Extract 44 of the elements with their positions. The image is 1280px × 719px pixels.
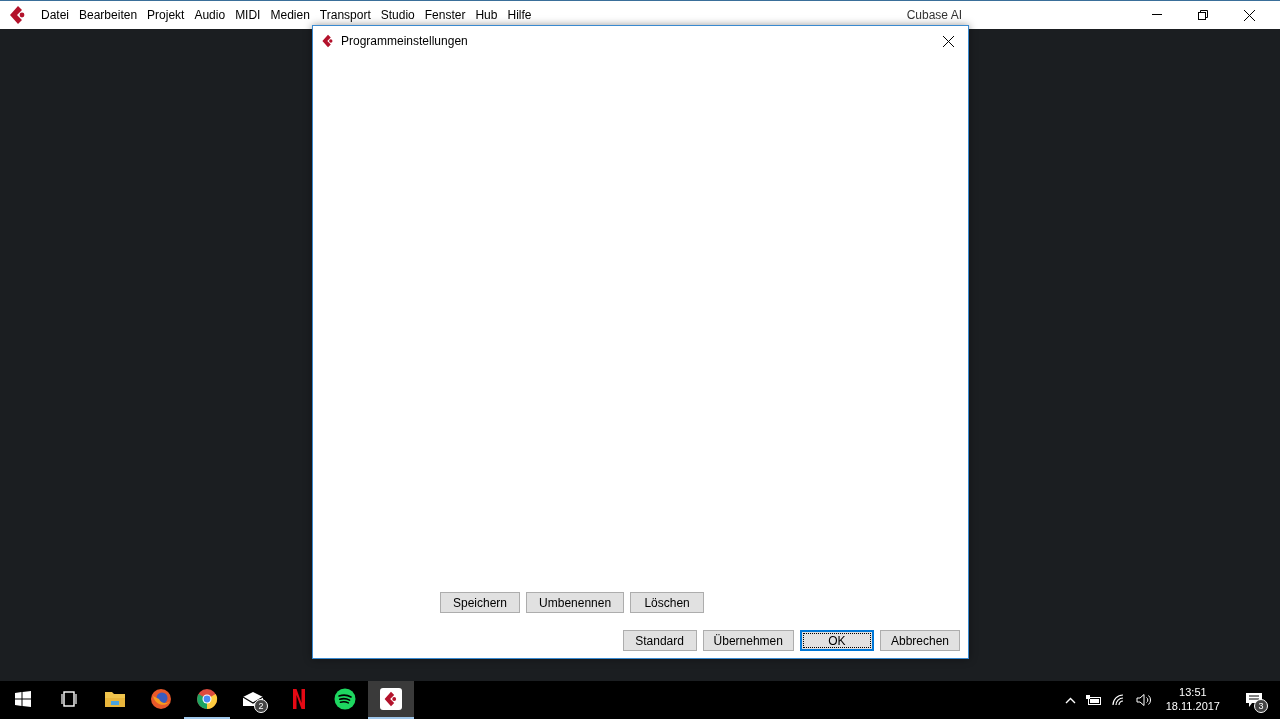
- menu-item[interactable]: Audio: [189, 9, 231, 21]
- dialog-button[interactable]: Standard: [622, 630, 697, 651]
- preset-button[interactable]: Umbenennen: [526, 592, 625, 613]
- menu-item[interactable]: Datei: [36, 9, 74, 21]
- taskbar-button[interactable]: [368, 681, 414, 719]
- dialog-title: Programmeinstellungen: [341, 33, 468, 50]
- speaker-icon: [1135, 693, 1152, 707]
- clock-time: 13:51: [1179, 686, 1207, 700]
- dialog-button[interactable]: Übernehmen: [702, 630, 794, 651]
- menu-item[interactable]: Hub: [470, 9, 503, 21]
- menu-item[interactable]: Bearbeiten: [74, 9, 143, 21]
- cubase-app-icon: [380, 688, 402, 710]
- wifi-icon: [1111, 694, 1126, 706]
- menu-item[interactable]: Projekt: [142, 9, 190, 21]
- preset-button[interactable]: Löschen: [630, 592, 705, 613]
- restore-icon: [1198, 10, 1208, 20]
- chevron-up-icon: [1064, 696, 1076, 704]
- spotify-icon: [334, 688, 356, 710]
- preset-button[interactable]: Speichern: [440, 592, 521, 613]
- action-center-button[interactable]: 3: [1238, 685, 1270, 715]
- firefox-icon: [150, 688, 172, 710]
- menu-item[interactable]: Hilfe: [502, 9, 537, 21]
- netflix-icon: [293, 689, 305, 709]
- menu-item[interactable]: MIDI: [230, 9, 266, 21]
- menu-item[interactable]: Transport: [314, 9, 376, 21]
- close-icon: [1243, 9, 1255, 21]
- menu-item[interactable]: Fenster: [419, 9, 471, 21]
- folder-icon: [104, 690, 126, 708]
- close-icon: [942, 35, 954, 47]
- chrome-icon: [196, 688, 218, 710]
- windows-start-icon: [15, 691, 31, 707]
- window-title: Cubase AI: [906, 7, 962, 24]
- menu-item[interactable]: Studio: [375, 9, 420, 21]
- dialog-logo: [321, 34, 335, 48]
- taskbar-button[interactable]: 2: [230, 681, 276, 719]
- menu-item[interactable]: Medien: [265, 9, 315, 21]
- minimize-icon: [1152, 14, 1162, 16]
- dialog-button[interactable]: Abbrechen: [879, 630, 960, 651]
- badge: 2: [254, 699, 268, 713]
- clock-date: 18.11.2017: [1165, 700, 1220, 714]
- task-view-icon: [59, 691, 79, 707]
- notification-count: 3: [1254, 699, 1268, 713]
- battery-icon: [1085, 695, 1102, 705]
- dialog-button[interactable]: OK: [799, 630, 874, 651]
